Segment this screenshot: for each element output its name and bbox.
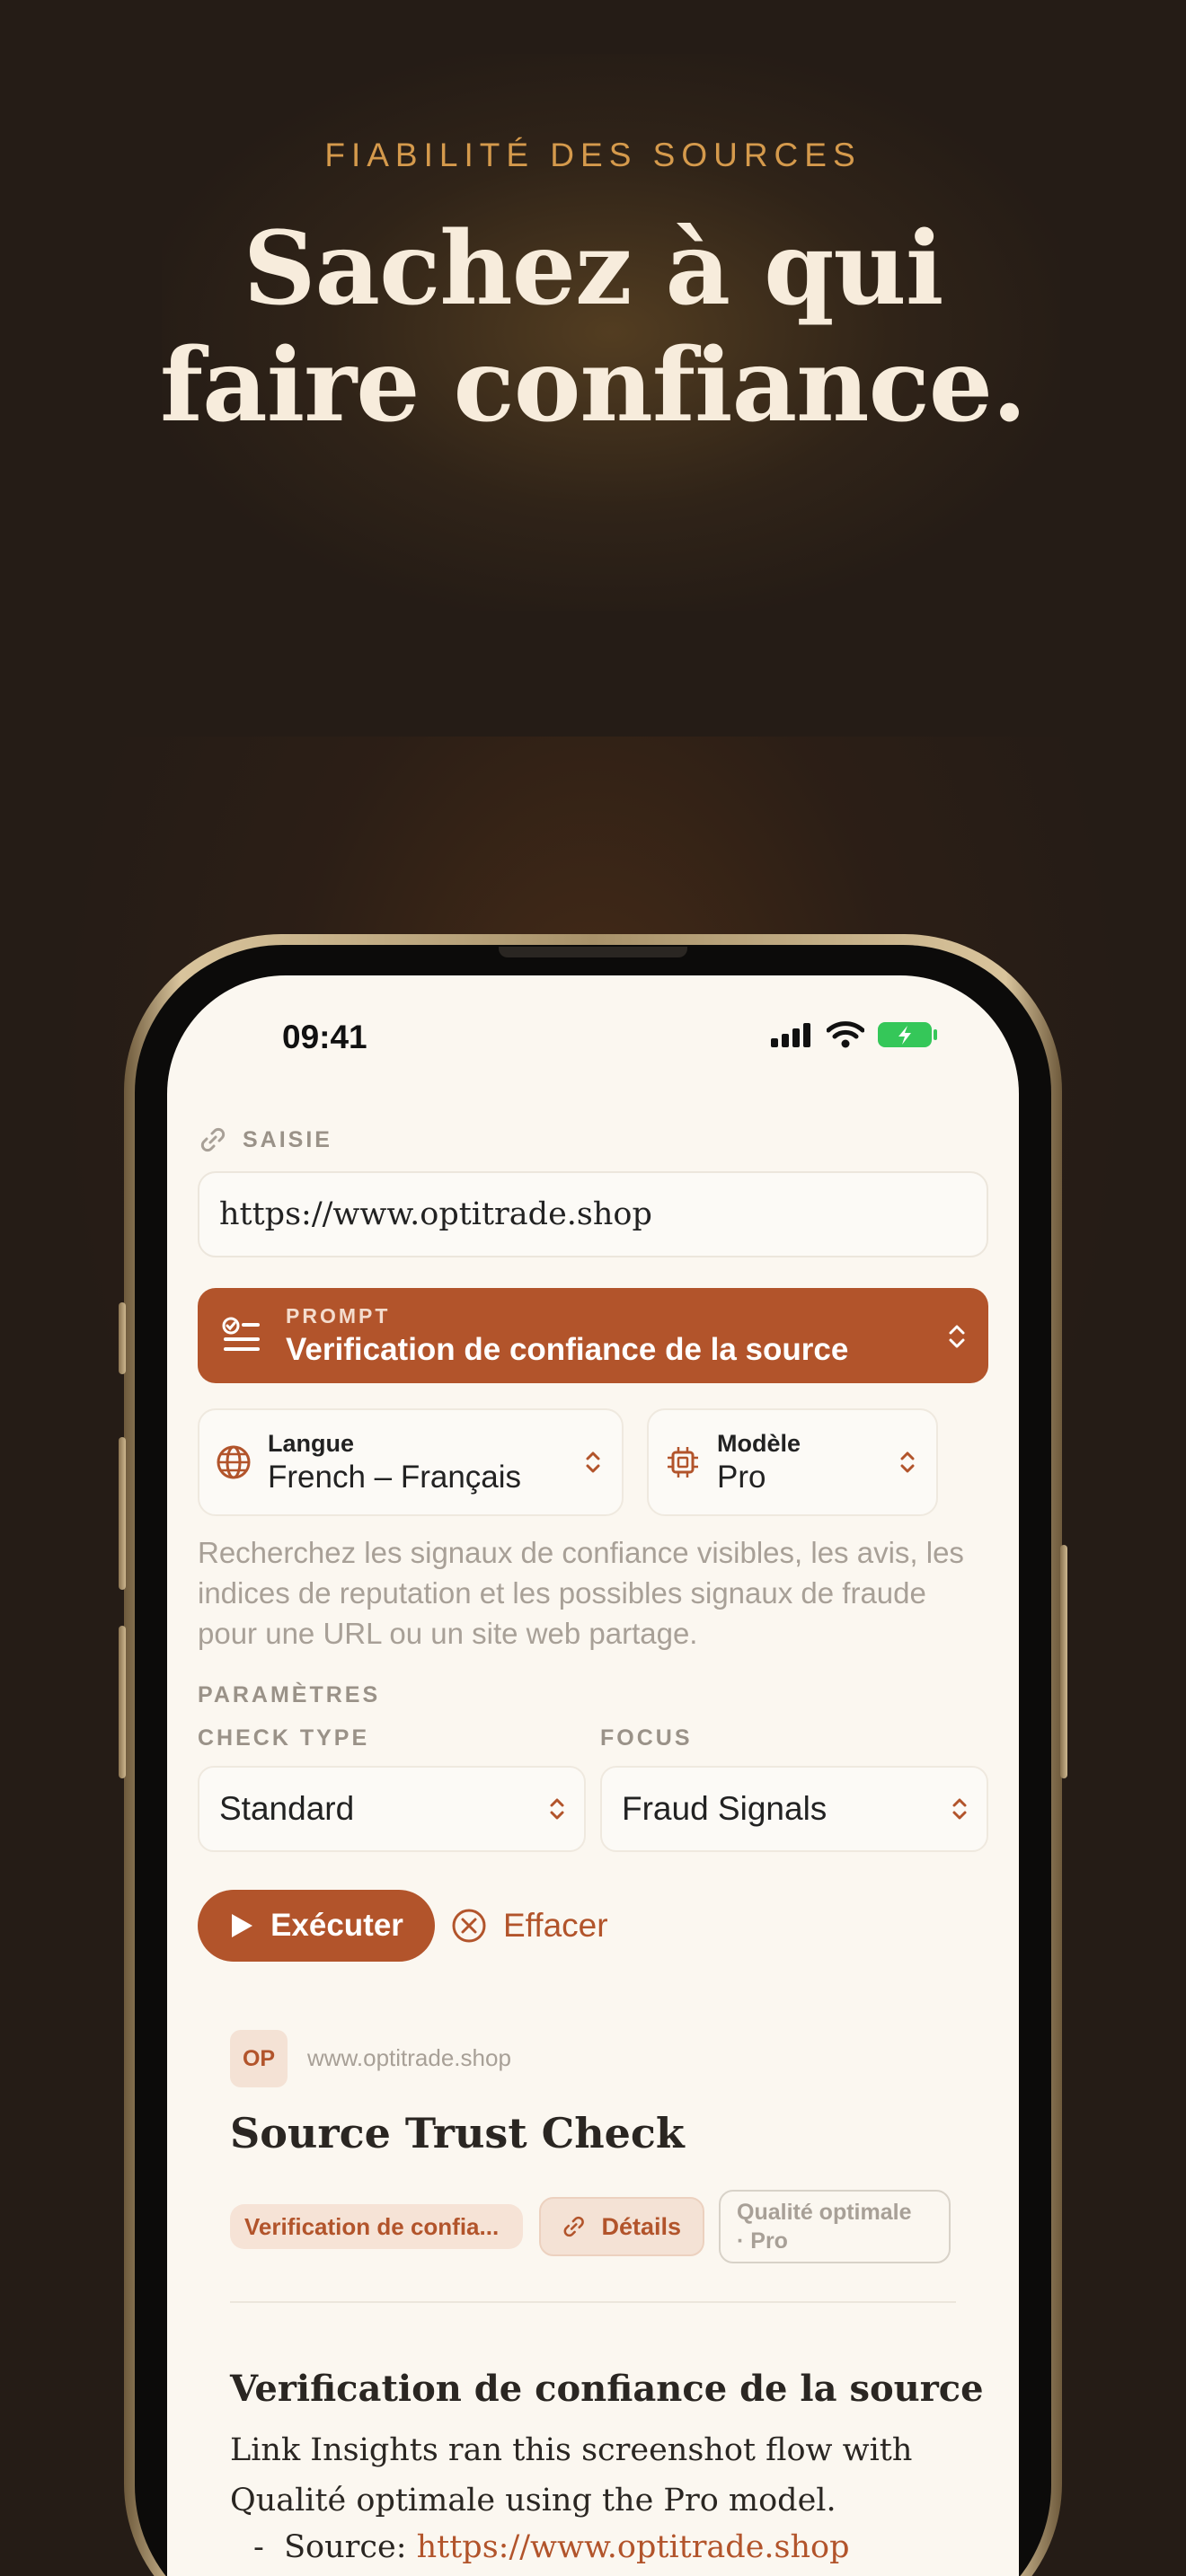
result-divider xyxy=(230,2301,956,2303)
quality-chip-line-2: · Pro xyxy=(737,2228,788,2254)
input-section-header: SAISIE xyxy=(199,1126,332,1153)
play-icon xyxy=(232,1914,253,1937)
model-picker-label: Modèle xyxy=(717,1429,801,1457)
quality-chip: Qualité optimale · Pro xyxy=(719,2190,951,2263)
bullet-dash: - xyxy=(253,2529,285,2565)
details-button[interactable]: Détails xyxy=(539,2197,704,2256)
phone-volume-down xyxy=(119,1626,126,1778)
headline-line-1: Sachez à qui xyxy=(243,210,944,328)
quality-chip-line-1: Qualité optimale xyxy=(737,2200,912,2225)
check-type-select[interactable]: Standard xyxy=(198,1766,586,1852)
prompt-chip: Verification de confia... xyxy=(230,2204,523,2249)
cpu-chip-icon xyxy=(668,1447,698,1478)
phone-volume-up xyxy=(119,1437,126,1590)
prompt-kicker: PROMPT xyxy=(286,1303,391,1328)
source-domain: www.optitrade.shop xyxy=(307,2044,511,2071)
source-link[interactable]: https://www.optitrade.shop xyxy=(417,2529,850,2565)
chevron-up-down-icon xyxy=(900,1451,915,1473)
result-source-bullet: - Source: https://www.optitrade.shop xyxy=(253,2529,850,2565)
language-picker-label: Langue xyxy=(268,1429,355,1457)
battery-charging-icon xyxy=(878,1022,937,1047)
model-picker-value: Pro xyxy=(717,1459,766,1495)
result-body-text: Link Insights ran this screenshot flow w… xyxy=(230,2432,913,2519)
quality-chip-text: Qualité optimale · Pro xyxy=(737,2198,911,2255)
run-button-label: Exécuter xyxy=(270,1908,403,1943)
parameters-label: PARAMÈTRES xyxy=(198,1682,381,1707)
run-button[interactable]: Exécuter xyxy=(198,1890,435,1962)
chevron-up-down-icon xyxy=(550,1798,564,1820)
language-picker-value: French – Français xyxy=(268,1459,522,1495)
source-avatar: OP xyxy=(230,2030,288,2087)
chevron-up-down-icon xyxy=(586,1451,600,1473)
wifi-icon xyxy=(827,1021,864,1048)
result-title: Source Trust Check xyxy=(230,2109,685,2157)
focus-value: Fraud Signals xyxy=(622,1790,828,1827)
link-icon xyxy=(200,1127,226,1152)
input-section-label: SAISIE xyxy=(243,1126,332,1152)
clear-button[interactable]: Effacer xyxy=(451,1890,608,1962)
focus-label: FOCUS xyxy=(600,1725,693,1751)
chevron-up-down-icon xyxy=(949,1325,965,1348)
prompt-description: Recherchez les signaux de confiance visi… xyxy=(198,1536,964,1650)
chevron-up-down-icon xyxy=(952,1798,967,1820)
prompt-title: Verification de confiance de la source xyxy=(286,1331,849,1367)
details-button-label: Détails xyxy=(601,2212,681,2240)
model-picker-text: Modèle Pro xyxy=(717,1430,801,1495)
status-time: 09:41 xyxy=(282,1019,367,1055)
link-icon xyxy=(563,2216,584,2237)
phone-silent-switch xyxy=(119,1302,126,1374)
headline-line-2: faire confiance. xyxy=(159,327,1027,445)
prompt-text: PROMPT Verification de confiance de la s… xyxy=(286,1304,848,1368)
phone-top-speaker xyxy=(499,947,687,957)
check-type-label: CHECK TYPE xyxy=(198,1725,370,1751)
hero-headline: Sachez à qui faire confiance. xyxy=(0,211,1186,445)
language-picker-text: Langue French – Français xyxy=(268,1430,521,1495)
phone-screen: 09:41 SAISIE https://www.optitrade.shop xyxy=(167,975,1019,2576)
clear-button-label: Effacer xyxy=(503,1907,608,1944)
phone-power-button xyxy=(1060,1545,1067,1778)
bullet-prefix: Source: xyxy=(284,2529,417,2565)
close-circle-icon xyxy=(452,1909,486,1943)
status-icons xyxy=(771,1020,938,1049)
url-input[interactable]: https://www.optitrade.shop xyxy=(198,1171,988,1257)
url-input-value: https://www.optitrade.shop xyxy=(219,1196,652,1232)
prompt-selector[interactable]: PROMPT Verification de confiance de la s… xyxy=(198,1288,988,1383)
hero-eyebrow: FIABILITÉ DES SOURCES xyxy=(324,137,862,173)
cellular-signal-icon xyxy=(771,1023,810,1047)
model-picker[interactable]: Modèle Pro xyxy=(647,1408,938,1516)
checklist-icon xyxy=(222,1317,260,1351)
focus-select[interactable]: Fraud Signals xyxy=(600,1766,988,1852)
result-section-heading: Verification de confiance de la source xyxy=(230,2368,984,2410)
globe-icon xyxy=(217,1445,251,1479)
language-picker[interactable]: Langue French – Français xyxy=(198,1408,624,1516)
check-type-value: Standard xyxy=(219,1790,355,1827)
